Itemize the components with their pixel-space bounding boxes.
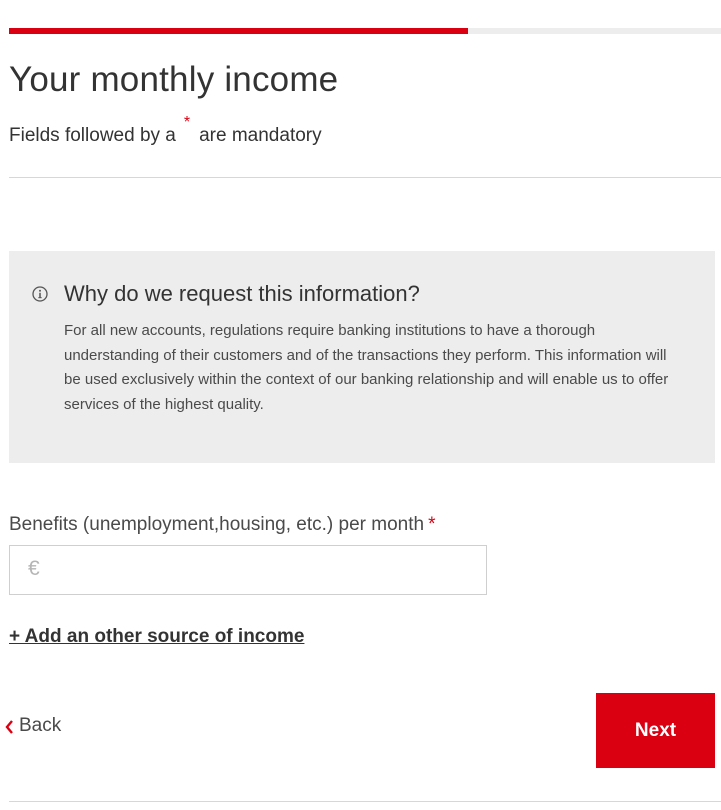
benefits-label: Benefits (unemployment,housing, etc.) pe…: [9, 514, 435, 536]
mandatory-note-suffix: are mandatory: [199, 125, 322, 146]
mandatory-fields-note: Fields followed by a * are mandatory: [9, 114, 322, 147]
benefits-input[interactable]: [54, 546, 474, 594]
footer-divider: [9, 801, 721, 802]
info-icon: [32, 286, 48, 302]
required-star: *: [428, 514, 436, 535]
benefits-label-text: Benefits (unemployment,housing, etc.) pe…: [9, 514, 425, 535]
progress-bar: [9, 28, 721, 34]
info-text: For all new accounts, regulations requir…: [64, 322, 669, 413]
mandatory-note-prefix: Fields followed by a: [9, 125, 176, 146]
add-income-source-link[interactable]: + Add an other source of income: [9, 626, 304, 648]
header-divider: [9, 177, 721, 178]
info-panel: Why do we request this information? For …: [9, 251, 715, 463]
benefits-field[interactable]: €: [9, 545, 487, 595]
mandatory-star: *: [183, 114, 191, 131]
back-button[interactable]: Back: [4, 715, 61, 737]
currency-euro-icon: €: [28, 557, 40, 580]
info-heading: Why do we request this information?: [64, 281, 420, 306]
next-button[interactable]: Next: [596, 693, 715, 768]
page-title: Your monthly income: [9, 60, 339, 99]
progress-bar-fill: [9, 28, 469, 34]
back-label: Back: [19, 715, 62, 736]
chevron-left-icon: [4, 719, 15, 735]
